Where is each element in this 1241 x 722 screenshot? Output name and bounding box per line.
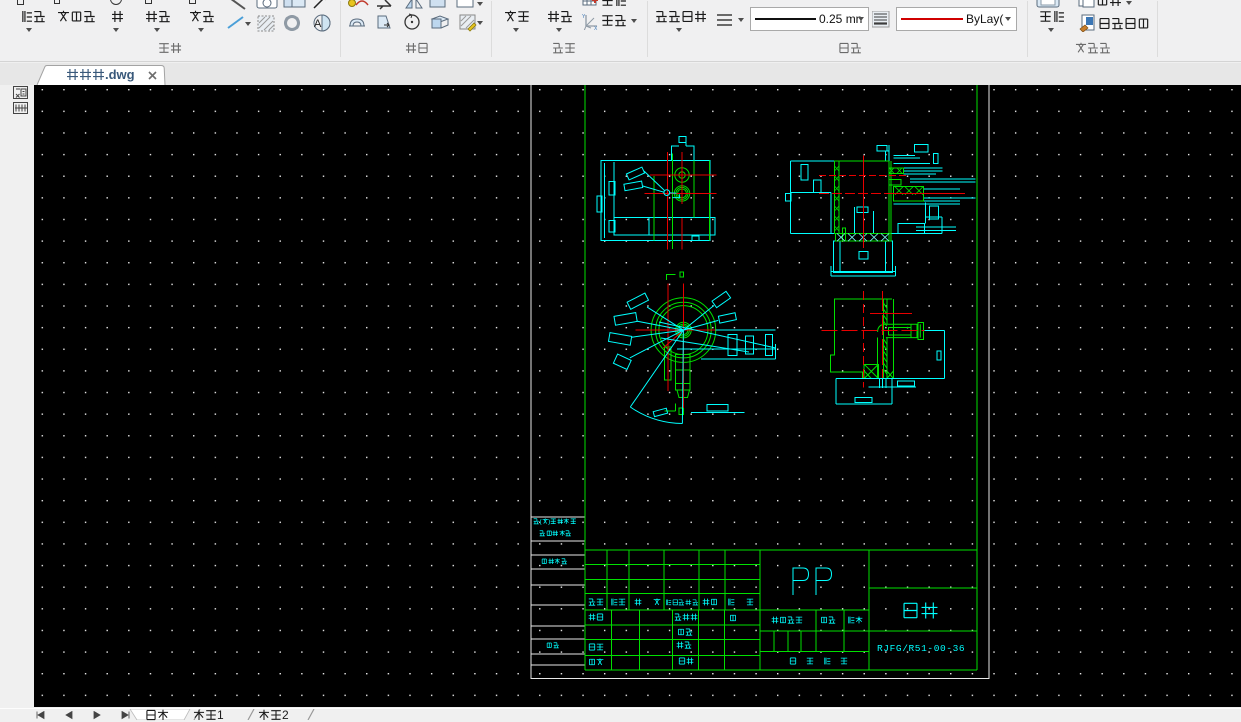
svg-text:A: A <box>314 18 322 30</box>
svg-text:X: X <box>594 26 598 30</box>
